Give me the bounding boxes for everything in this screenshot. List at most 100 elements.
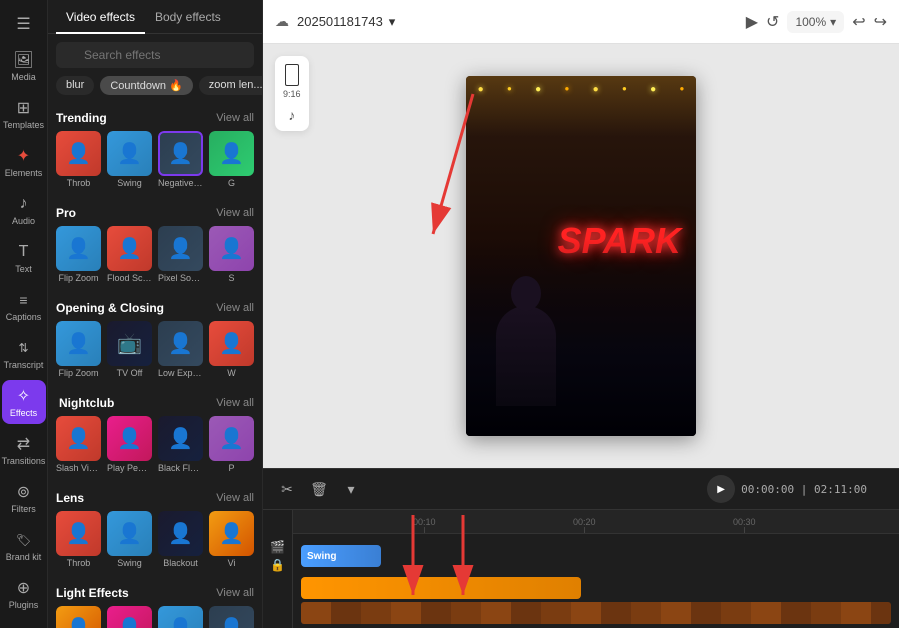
effect-s-label: S — [209, 271, 254, 285]
effect-swing-2[interactable]: 👤 Swing — [107, 511, 152, 570]
delete-btn[interactable]: 🗑 — [307, 477, 331, 501]
top-bar: ☁ 202501181743 ▾ ▶ ↺ 100% ▾ ↩ ↪ — [263, 0, 899, 44]
effect-light-leak[interactable]: 👤 Light leak — [158, 606, 203, 628]
tab-body-effects[interactable]: Body effects — [145, 0, 231, 34]
sidebar-item-transcript[interactable]: ⇅ Transcript — [2, 332, 46, 376]
effect-vi-thumb: 👤 — [209, 511, 254, 556]
redo-btn[interactable]: ↪ — [874, 12, 887, 32]
filter-tag-countdown[interactable]: Countdown 🔥 — [100, 76, 192, 95]
effect-p[interactable]: 👤 P — [209, 416, 254, 475]
sidebar-item-text[interactable]: T Text — [2, 236, 46, 280]
chevron-down-icon: ▾ — [830, 15, 836, 29]
effect-flip-zoom-label: Flip Zoom — [56, 271, 101, 285]
section-light-header: Light Effects View all — [56, 578, 254, 606]
top-bar-right: ▶ ↺ 100% ▾ ↩ ↪ — [746, 11, 887, 33]
nightclub-grid: 👤 Slash Vibr... 👤 Play Pend... 👤 Black F… — [56, 416, 254, 475]
sidebar-item-label: Templates — [3, 120, 44, 130]
aspect-music[interactable]: ♪ — [288, 107, 295, 123]
view-all-pro[interactable]: View all — [216, 207, 254, 219]
tab-video-effects[interactable]: Video effects — [56, 0, 145, 34]
play-pause-btn[interactable]: ▶ — [707, 475, 735, 503]
effect-flip-zoom[interactable]: 👤 Flip Zoom — [56, 226, 101, 285]
effect-halo-2[interactable]: 👤 Halo 2 — [107, 606, 152, 628]
view-all-light[interactable]: View all — [216, 587, 254, 599]
effect-s[interactable]: 👤 S — [209, 226, 254, 285]
project-name[interactable]: 202501181743 ▾ — [297, 14, 395, 30]
effect-horizontal-thumb: 👤 — [56, 606, 101, 628]
transcript-icon: ⇅ — [14, 338, 34, 358]
effect-flood-label: Flood Sca... — [107, 271, 152, 285]
effect-black-label: Black Flas... — [158, 461, 203, 475]
view-all-opening[interactable]: View all — [216, 302, 254, 314]
orange-clip[interactable] — [301, 577, 581, 599]
zoom-control[interactable]: 100% ▾ — [787, 11, 844, 33]
filter-tag-blur[interactable]: blur — [56, 76, 94, 95]
effect-negative[interactable]: 👤 Negative ... — [158, 131, 203, 190]
effect-tv-off[interactable]: 📺 TV Off — [107, 321, 152, 380]
effect-black-flas[interactable]: 👤 Black Flas... — [158, 416, 203, 475]
search-bar: 🔍 — [48, 34, 262, 76]
person-body — [496, 306, 556, 406]
filter-tags: blur Countdown 🔥 zoom len... — [48, 76, 262, 103]
view-all-nightclub[interactable]: View all — [216, 397, 254, 409]
expand-btn[interactable]: ▾ — [339, 477, 363, 501]
aspect-9-16[interactable]: 9:16 — [283, 64, 301, 99]
project-name-text: 202501181743 — [297, 14, 383, 29]
effect-low-expo[interactable]: 👤 Low Expo... — [158, 321, 203, 380]
sidebar-item-brand[interactable]: 🏷 Brand kit — [2, 524, 46, 568]
effect-w-label: W — [209, 366, 254, 380]
play-preview-btn[interactable]: ▶ — [746, 12, 758, 32]
effect-play-pend[interactable]: 👤 Play Pend... — [107, 416, 152, 475]
sidebar-item-captions[interactable]: ≡ Captions — [2, 284, 46, 328]
effect-p-thumb: 👤 — [209, 416, 254, 461]
light-grid: 👤 Horizontal... 👤 Halo 2 👤 Light leak 👤 … — [56, 606, 254, 628]
sidebar-item-audio[interactable]: ♪ Audio — [2, 188, 46, 232]
cut-btn[interactable]: ✂ — [275, 477, 299, 501]
view-all-trending[interactable]: View all — [216, 112, 254, 124]
effect-bl[interactable]: 👤 Bl — [209, 606, 254, 628]
aspect-box-9-16 — [285, 64, 299, 86]
effect-fz2-thumb: 👤 — [56, 321, 101, 366]
swing-clip[interactable]: Swing — [301, 545, 381, 567]
sidebar-item-transitions[interactable]: ⇄ Transitions — [2, 428, 46, 472]
effect-throb[interactable]: 👤 Throb — [56, 131, 101, 190]
timeline-area: ✂ 🗑 ▾ ▶ 00:00:00 | 02:11:00 🎬 🔒 — [263, 468, 899, 628]
effect-slash-vibr[interactable]: 👤 Slash Vibr... — [56, 416, 101, 475]
sidebar-item-menu[interactable]: ☰ — [2, 8, 46, 40]
sidebar-item-media[interactable]: 🖼 Media — [2, 44, 46, 88]
effect-vi[interactable]: 👤 Vi — [209, 511, 254, 570]
trending-grid: 👤 Throb 👤 Swing 👤 Negative ... 👤 G — [56, 131, 254, 190]
sidebar-item-label: Brand kit — [6, 552, 42, 562]
icon-sidebar: ☰ 🖼 Media ⊞ Templates ✦ Elements ♪ Audio… — [0, 0, 48, 628]
sidebar-item-plugins[interactable]: ⊕ Plugins — [2, 572, 46, 616]
transitions-icon: ⇄ — [14, 434, 34, 454]
section-nightclub-title: Nightclub — [59, 396, 114, 410]
elements-icon: ✦ — [14, 146, 34, 166]
effects-scroll: Trending View all 👤 Throb 👤 Swing 👤 Nega… — [48, 103, 262, 628]
sidebar-item-label: Audio — [12, 216, 35, 226]
section-trending-header: Trending View all — [56, 103, 254, 131]
sidebar-item-filters[interactable]: ⊚ Filters — [2, 476, 46, 520]
menu-icon: ☰ — [14, 14, 34, 34]
search-input[interactable] — [56, 42, 254, 68]
sidebar-item-templates[interactable]: ⊞ Templates — [2, 92, 46, 136]
sidebar-item-label: Elements — [5, 168, 43, 178]
effect-flip-zoom-2[interactable]: 👤 Flip Zoom — [56, 321, 101, 380]
sidebar-item-effects[interactable]: ✧ Effects — [2, 380, 46, 424]
view-all-lens[interactable]: View all — [216, 492, 254, 504]
sidebar-item-elements[interactable]: ✦ Elements — [2, 140, 46, 184]
undo-btn[interactable]: ↩ — [852, 12, 865, 32]
effect-horizontal[interactable]: 👤 Horizontal... — [56, 606, 101, 628]
effect-w[interactable]: 👤 W — [209, 321, 254, 380]
effect-g[interactable]: 👤 G — [209, 131, 254, 190]
effect-pixel-sorter[interactable]: 👤 Pixel Sorter — [158, 226, 203, 285]
effect-s-thumb: 👤 — [209, 226, 254, 271]
video-preview: ● ● ● ● ● ● ● ● SPARK — [466, 76, 696, 436]
effect-swing[interactable]: 👤 Swing — [107, 131, 152, 190]
templates-icon: ⊞ — [14, 98, 34, 118]
loop-btn[interactable]: ↺ — [766, 12, 779, 32]
effect-flood-sca[interactable]: 👤 Flood Sca... — [107, 226, 152, 285]
filter-tag-zoom[interactable]: zoom len... — [199, 76, 262, 95]
effect-blackout[interactable]: 👤 Blackout — [158, 511, 203, 570]
effect-throb-2[interactable]: 👤 Throb — [56, 511, 101, 570]
